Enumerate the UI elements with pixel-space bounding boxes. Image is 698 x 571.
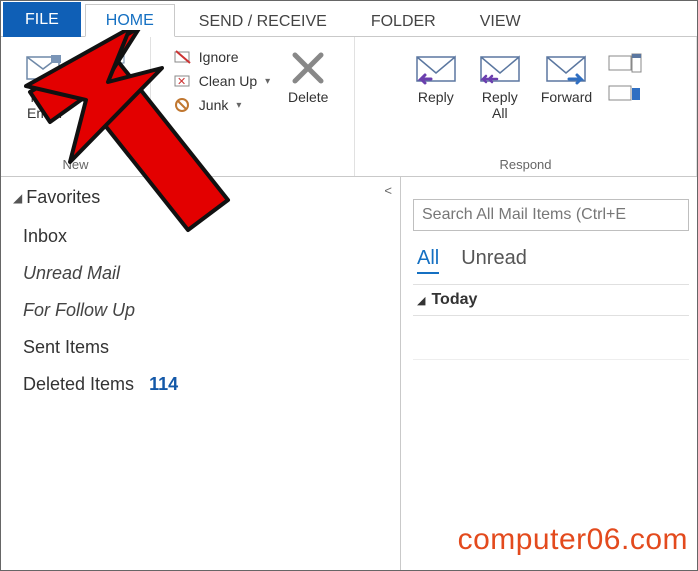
collapse-nav-icon[interactable]: < [384, 183, 392, 198]
tab-folder[interactable]: FOLDER [351, 6, 456, 37]
respond-extra [604, 43, 644, 105]
more-respond-icon[interactable] [608, 83, 644, 105]
nav-item-label: Sent Items [23, 337, 109, 357]
ribbon-group-new: New Email Ite [1, 37, 151, 176]
ribbon-group-respond: Reply Reply All [355, 37, 697, 176]
new-items-label: Ite [99, 89, 115, 105]
nav-item-label: For Follow Up [23, 300, 135, 320]
date-group-today[interactable]: ◢ Today [413, 284, 689, 316]
expand-triangle-icon: ◢ [417, 294, 425, 307]
cleanup-icon: ✕ [173, 73, 193, 89]
nav-item-label: Inbox [23, 226, 67, 246]
nav-item-for-follow-up[interactable]: For Follow Up [13, 292, 388, 329]
mail-filter-row: All Unread [413, 231, 689, 284]
tab-file[interactable]: FILE [3, 2, 81, 37]
group-label-respond: Respond [499, 157, 551, 174]
ignore-icon [173, 49, 193, 65]
new-items-button[interactable]: Ite [79, 43, 135, 109]
reply-all-label: Reply All [482, 89, 518, 121]
ribbon-group-delete: Ignore ✕ Clean Up ▾ Junk ▾ [151, 37, 355, 176]
favorites-section-header[interactable]: ◢ Favorites [13, 187, 388, 208]
new-email-button[interactable]: New Email [17, 43, 73, 125]
ribbon: New Email Ite [1, 37, 697, 177]
forward-label: Forward [541, 89, 592, 105]
outlook-window: FILE HOME SEND / RECEIVE FOLDER VIEW New… [0, 0, 698, 571]
date-group-label: Today [431, 291, 477, 309]
ignore-label: Ignore [199, 49, 239, 65]
junk-button[interactable]: Junk ▾ [169, 95, 274, 115]
nav-item-count: 114 [149, 374, 178, 394]
content-area: < ◢ Favorites Inbox Unread Mail For Foll… [1, 177, 697, 570]
tab-view[interactable]: VIEW [460, 6, 541, 37]
ignore-button[interactable]: Ignore [169, 47, 274, 67]
reply-all-icon [477, 47, 523, 89]
group-label-new: New [62, 157, 88, 174]
tab-home[interactable]: HOME [85, 4, 175, 37]
mail-list-pane: Search All Mail Items (Ctrl+E All Unread… [401, 177, 697, 570]
expand-triangle-icon: ◢ [13, 191, 22, 205]
cleanup-label: Clean Up [199, 73, 257, 89]
search-input[interactable]: Search All Mail Items (Ctrl+E [413, 199, 689, 231]
envelope-icon [25, 47, 65, 89]
nav-item-unread-mail[interactable]: Unread Mail [13, 255, 388, 292]
delete-label: Delete [288, 89, 328, 105]
filter-all[interactable]: All [417, 247, 439, 274]
forward-icon [543, 47, 589, 89]
nav-item-deleted-items[interactable]: Deleted Items 114 [13, 366, 388, 403]
ribbon-tabs: FILE HOME SEND / RECEIVE FOLDER VIEW [1, 1, 697, 37]
filter-unread[interactable]: Unread [461, 247, 527, 274]
reply-all-button[interactable]: Reply All [471, 43, 529, 125]
tab-send-receive[interactable]: SEND / RECEIVE [179, 6, 347, 37]
mail-item-row[interactable] [413, 316, 689, 360]
junk-label: Junk [199, 97, 229, 113]
meeting-icon[interactable] [608, 53, 644, 75]
delete-button[interactable]: Delete [280, 43, 336, 109]
new-items-icon [86, 47, 128, 89]
nav-item-inbox[interactable]: Inbox [13, 218, 388, 255]
delete-x-icon [289, 47, 327, 89]
reply-button[interactable]: Reply [407, 43, 465, 109]
nav-item-label: Deleted Items [23, 374, 134, 394]
new-email-label: New Email [27, 89, 62, 121]
reply-label: Reply [418, 89, 454, 105]
junk-icon [173, 97, 193, 113]
cleanup-button[interactable]: ✕ Clean Up ▾ [169, 71, 274, 91]
svg-text:✕: ✕ [177, 76, 186, 88]
nav-item-label: Unread Mail [23, 263, 120, 283]
folder-nav-pane: < ◢ Favorites Inbox Unread Mail For Foll… [1, 177, 401, 570]
chevron-down-icon: ▾ [265, 76, 270, 87]
nav-item-sent-items[interactable]: Sent Items [13, 329, 388, 366]
forward-button[interactable]: Forward [535, 43, 598, 109]
favorites-label: Favorites [26, 187, 100, 208]
chevron-down-icon: ▾ [236, 100, 241, 111]
reply-icon [413, 47, 459, 89]
